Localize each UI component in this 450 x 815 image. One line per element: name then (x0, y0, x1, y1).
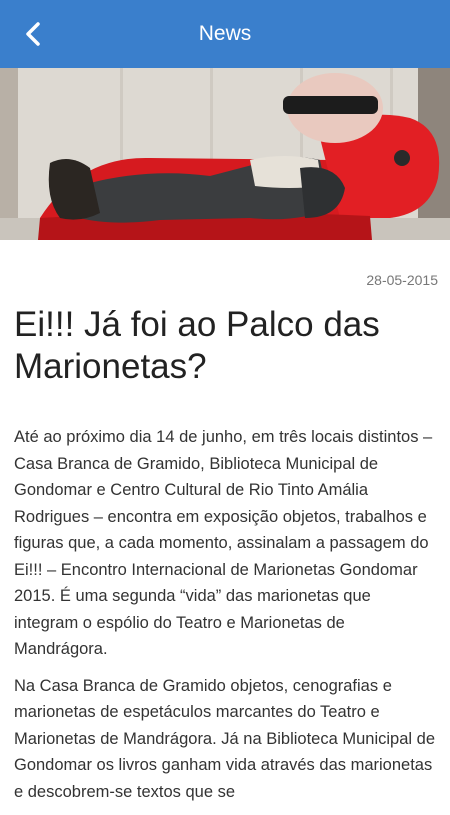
page-title: News (198, 22, 252, 45)
article-body: Até ao próximo dia 14 de junho, em três … (14, 424, 436, 815)
article-date: 28-05-2015 (366, 272, 438, 288)
app-bar: News (0, 0, 450, 68)
article-image (0, 68, 450, 240)
article-title: Ei!!! Já foi ao Palco das Marionetas? (14, 305, 380, 386)
article-paragraph: Até ao próximo dia 14 de junho, em três … (14, 428, 433, 658)
article-paragraph: Na Casa Branca de Gramido objetos, cenog… (14, 676, 435, 801)
